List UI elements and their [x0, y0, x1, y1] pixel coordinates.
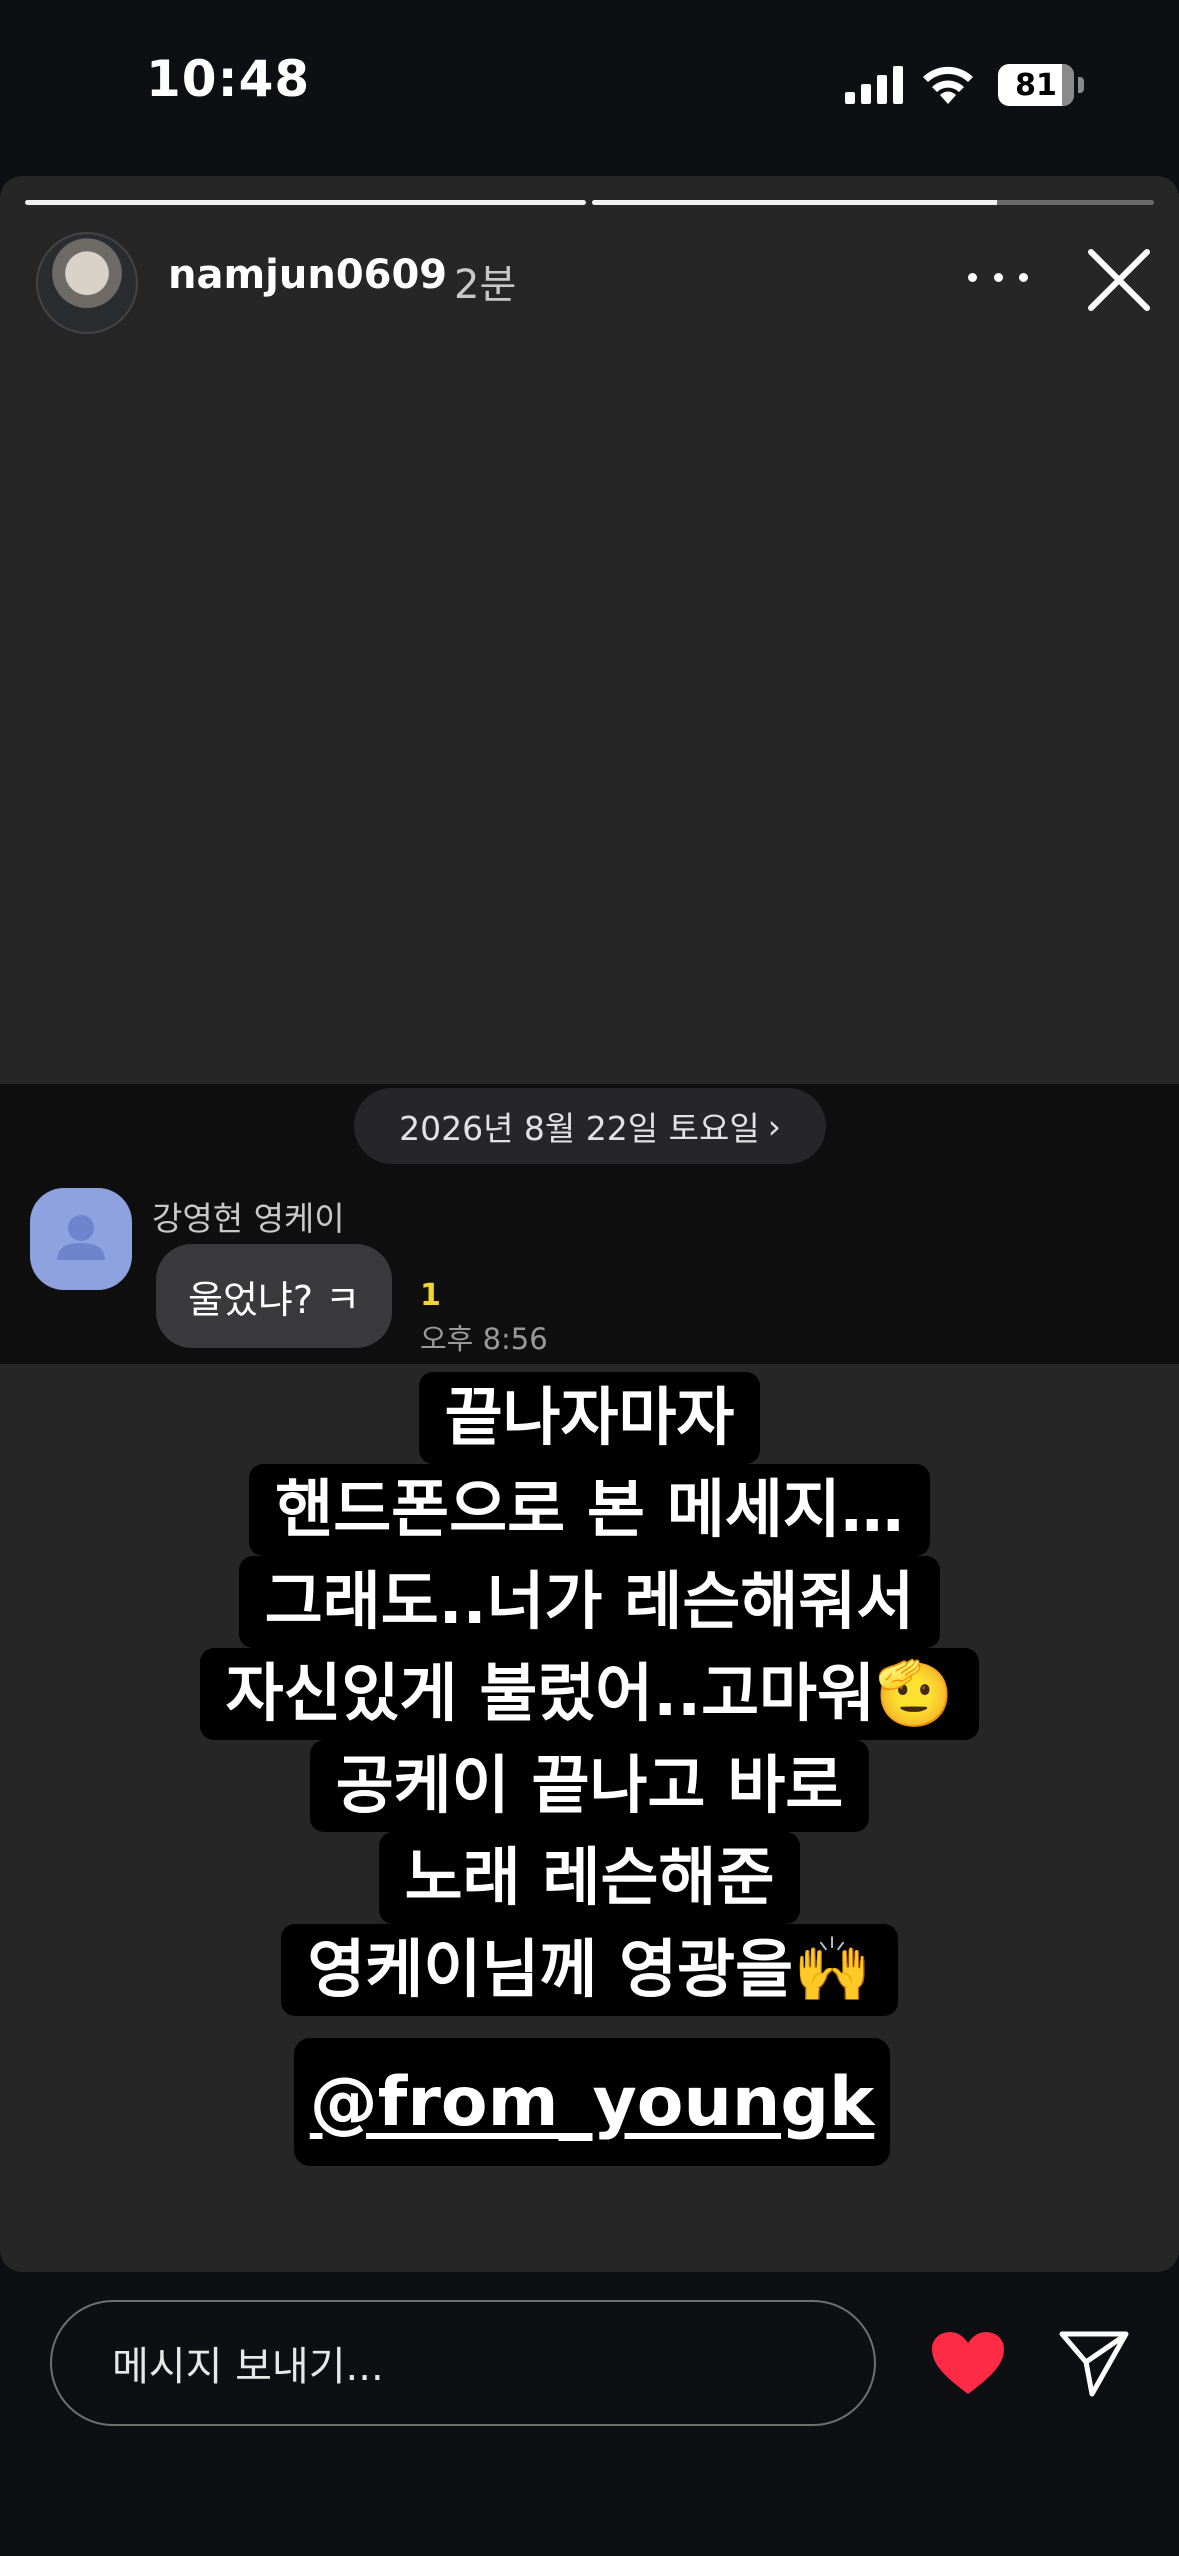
caption-line: 그래도..너가 레슨해줘서 [238, 1556, 941, 1648]
chat-sender-name: 강영현 영케이 [152, 1199, 345, 1238]
mention-sticker[interactable]: @from_youngk [294, 2038, 890, 2166]
chat-avatar [30, 1188, 132, 1290]
caption-line: 노래 레슨해준 [378, 1832, 801, 1924]
caption-line: 핸드폰으로 본 메세지… [249, 1464, 930, 1556]
story-time-ago: 2분 [454, 262, 517, 308]
chat-date: 2026년 8월 22일 토요일 [399, 1109, 760, 1148]
battery-indicator: 81 [998, 64, 1074, 106]
more-options-button[interactable] [968, 262, 1028, 292]
status-bar: 10:48 81 [0, 0, 1179, 170]
story-username[interactable]: namjun0609 [168, 252, 447, 298]
story-viewer[interactable]: namjun0609 2분 2026년 8월 22일 토요일 › 강영현 영케이… [0, 176, 1179, 2272]
battery-level: 81 [1015, 67, 1057, 103]
unread-count: 1 [420, 1278, 441, 1313]
profile-avatar[interactable] [36, 232, 138, 334]
chat-date-pill: 2026년 8월 22일 토요일 › [354, 1088, 826, 1164]
caption-line: 자신있게 불렀어..고마워🫡 [199, 1648, 980, 1740]
message-input[interactable]: 메시지 보내기... [50, 2300, 876, 2426]
reply-bar: 메시지 보내기... [0, 2276, 1179, 2556]
battery-tip [1078, 77, 1084, 93]
heart-icon[interactable] [930, 2330, 1006, 2396]
clock: 10:48 [146, 50, 311, 108]
caption-line: 영케이님께 영광을🙌 [281, 1924, 898, 2016]
caption-line: 끝나자마자 [418, 1372, 761, 1464]
story-progress-2 [592, 200, 1154, 205]
story-caption: 끝나자마자 핸드폰으로 본 메세지… 그래도..너가 레슨해줘서 자신있게 불렀… [0, 1372, 1179, 2016]
close-icon[interactable] [1085, 246, 1153, 314]
story-progress-1 [25, 200, 586, 205]
person-icon [57, 1215, 105, 1260]
chat-bubble: 울었냐? ㅋ [156, 1244, 393, 1348]
cellular-signal-icon [845, 66, 903, 104]
caption-line: 공케이 끝나고 바로 [309, 1740, 870, 1832]
chat-screenshot: 2026년 8월 22일 토요일 › 강영현 영케이 울었냐? ㅋ 1 오후 8… [0, 1084, 1179, 1364]
send-icon[interactable] [1058, 2328, 1130, 2398]
chat-message-time: 오후 8:56 [420, 1322, 548, 1356]
chevron-right-icon: › [767, 1106, 781, 1146]
wifi-icon [923, 66, 973, 104]
